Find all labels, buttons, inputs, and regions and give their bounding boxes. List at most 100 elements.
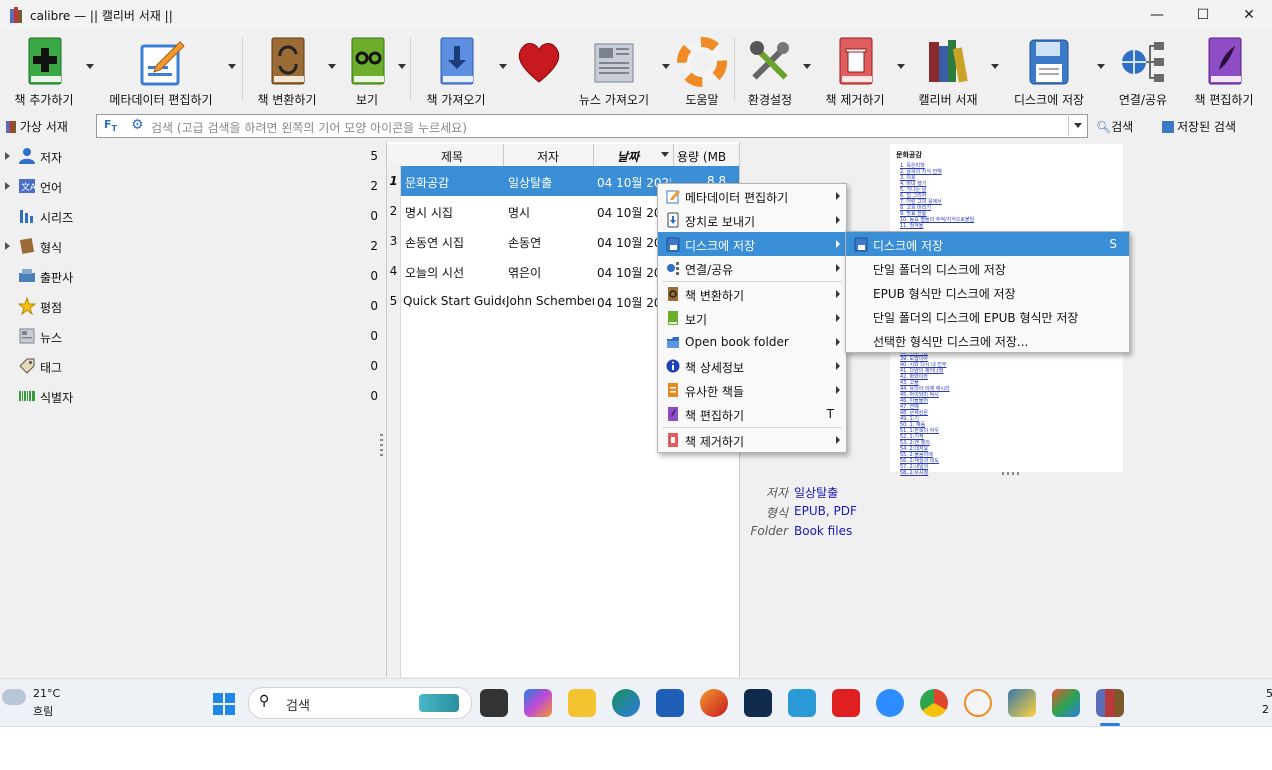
format-links[interactable]: EPUB, PDF (794, 504, 857, 518)
category-identifiers[interactable]: 식별자 0 (0, 382, 384, 410)
minimize-button[interactable]: — (1134, 0, 1180, 30)
menu-item-edit-book[interactable]: 책 편집하기 T (658, 402, 846, 426)
convert-dropdown-icon[interactable] (328, 64, 336, 69)
menu-item-remove-books[interactable]: 책 제거하기 (658, 428, 846, 452)
save-to-disk-button[interactable]: 디스크에 저장 (1002, 34, 1096, 108)
category-authors[interactable]: 저자 5 (0, 142, 384, 170)
firefox-icon[interactable] (700, 689, 728, 717)
remove-books-button[interactable]: 책 제거하기 (814, 34, 896, 108)
menu-item-convert[interactable]: 책 변환하기 (658, 282, 846, 306)
weather-text[interactable]: 흐림 (33, 703, 53, 719)
preferences-button[interactable]: 환경설정 (738, 34, 802, 108)
menu-item-send-to-device[interactable]: 장치로 보내기 (658, 208, 846, 232)
column-separator[interactable] (593, 144, 594, 166)
get-books-button[interactable]: 책 가져오기 (414, 34, 498, 108)
saved-searches-button[interactable]: 저장된 검색 (1162, 118, 1236, 135)
weather-temp[interactable]: 21°C (33, 687, 60, 700)
view-button[interactable]: 보기 (338, 34, 396, 108)
get-books-dropdown-icon[interactable] (499, 64, 507, 69)
python-icon[interactable] (1008, 689, 1036, 717)
calibre-app-icon (10, 7, 22, 23)
youtube-icon[interactable] (832, 689, 860, 717)
preferences-dropdown-icon[interactable] (803, 64, 811, 69)
fetch-news-button[interactable]: 뉴스 가져오기 (572, 34, 656, 108)
zoom-icon[interactable] (876, 689, 904, 717)
edit-metadata-dropdown-icon[interactable] (228, 64, 236, 69)
category-formats[interactable]: 형식 2 (0, 232, 384, 260)
jupyter-icon[interactable] (964, 689, 992, 717)
expand-arrow-icon[interactable] (5, 242, 10, 250)
cell-title: 명시 시집 (405, 206, 453, 220)
splitter-handle[interactable] (1002, 472, 1022, 475)
submenu-item-single-folder[interactable]: 단일 폴더의 디스크에 저장 (846, 256, 1129, 280)
git-app-icon[interactable] (1052, 689, 1080, 717)
menu-item-save-to-disk[interactable]: 디스크에 저장 (658, 232, 846, 256)
folder-link[interactable]: Book files (794, 524, 852, 538)
taskbar-search-input[interactable]: ⚲ 검색 (248, 687, 472, 719)
submenu-item-save-to-disk[interactable]: 디스크에 저장 S (846, 232, 1129, 256)
menu-item-open-folder[interactable]: Open book folder (658, 330, 846, 354)
add-books-dropdown-icon[interactable] (86, 64, 94, 69)
column-header-title[interactable]: 제목 (441, 148, 463, 165)
chrome-icon[interactable] (920, 689, 948, 717)
connect-share-button[interactable]: 연결/공유 (1108, 34, 1178, 108)
fetch-news-label: 뉴스 가져오기 (578, 93, 650, 107)
column-header-author[interactable]: 저자 (537, 148, 559, 165)
category-ratings[interactable]: 평점 0 (0, 292, 384, 320)
expand-arrow-icon[interactable] (5, 182, 10, 190)
category-news[interactable]: 뉴스 0 (0, 322, 384, 350)
menu-item-edit-metadata[interactable]: 메타데이터 편집하기 (658, 184, 846, 208)
task-view-icon[interactable] (480, 689, 508, 717)
similar-icon (668, 383, 678, 397)
maximize-button[interactable]: ☐ (1180, 0, 1226, 30)
column-separator[interactable] (673, 144, 674, 166)
calibre-taskbar-icon[interactable] (1096, 689, 1124, 717)
category-languages[interactable]: 文A 언어 2 (0, 172, 384, 200)
fetch-news-dropdown-icon[interactable] (662, 64, 670, 69)
font-toggle-icon[interactable]: FT (104, 118, 117, 133)
column-header-size[interactable]: 용량 (MB (677, 148, 726, 165)
file-explorer-icon[interactable] (568, 689, 596, 717)
submenu-item-epub-only[interactable]: EPUB 형식만 디스크에 저장 (846, 280, 1129, 304)
edit-metadata-button[interactable]: 메타데이터 편집하기 (98, 34, 224, 108)
mouse-app-icon[interactable] (744, 689, 772, 717)
convert-books-button[interactable]: 책 변환하기 (246, 34, 328, 108)
menu-item-connect-share[interactable]: 연결/공유 (658, 256, 846, 280)
column-separator[interactable] (503, 144, 504, 166)
expand-arrow-icon[interactable] (5, 152, 10, 160)
search-history-dropdown[interactable] (1068, 114, 1088, 136)
save-dropdown-icon[interactable] (1097, 64, 1105, 69)
help-button[interactable]: 도움말 (674, 34, 730, 108)
remove-dropdown-icon[interactable] (897, 64, 905, 69)
add-books-button[interactable]: 책 추가하기 (2, 34, 86, 108)
submenu-item-selected-formats[interactable]: 선택한 형식만 디스크에 저장... (846, 328, 1129, 352)
view-dropdown-icon[interactable] (398, 64, 406, 69)
category-series[interactable]: 시리즈 0 (0, 202, 384, 230)
library-dropdown-icon[interactable] (991, 64, 999, 69)
store-icon[interactable] (656, 689, 684, 717)
clock-date[interactable]: 2 (1262, 703, 1269, 716)
edit-book-button[interactable]: 책 편집하기 (1182, 34, 1266, 108)
library-button[interactable]: 캘리버 서재 (908, 34, 988, 108)
edge-browser-icon[interactable] (612, 689, 640, 717)
menu-item-similar-books[interactable]: 유사한 책들 (658, 378, 846, 402)
column-header-date[interactable]: 날짜 (617, 148, 639, 165)
category-tags[interactable]: 태그 0 (0, 352, 384, 380)
remote-app-icon[interactable] (788, 689, 816, 717)
gear-icon[interactable]: ⚙ (131, 117, 144, 133)
clock-time[interactable]: 5 (1266, 687, 1272, 700)
search-input[interactable]: FT ⚙ 검색 (고급 검색을 하려면 왼쪽의 기어 모양 아이콘을 누르세요) (96, 114, 1088, 138)
close-button[interactable]: ✕ (1226, 0, 1272, 30)
menu-item-view[interactable]: 보기 (658, 306, 846, 330)
author-link[interactable]: 일상탈출 (794, 484, 838, 501)
windows-start-icon[interactable] (212, 692, 236, 716)
search-button[interactable]: 🔍︎검색 (1096, 118, 1133, 135)
category-publishers[interactable]: 출판사 0 (0, 262, 384, 290)
menu-item-label: 유사한 책들 (685, 385, 745, 399)
virtual-library-button[interactable]: 가상 서재 (6, 118, 68, 135)
splitter-handle[interactable] (380, 434, 383, 456)
copilot-icon[interactable] (524, 689, 552, 717)
menu-item-book-details[interactable]: 책 상세정보 (658, 354, 846, 378)
donate-button[interactable] (510, 34, 568, 108)
submenu-item-single-folder-epub[interactable]: 단일 폴더의 디스크에 EPUB 형식만 저장 (846, 304, 1129, 328)
